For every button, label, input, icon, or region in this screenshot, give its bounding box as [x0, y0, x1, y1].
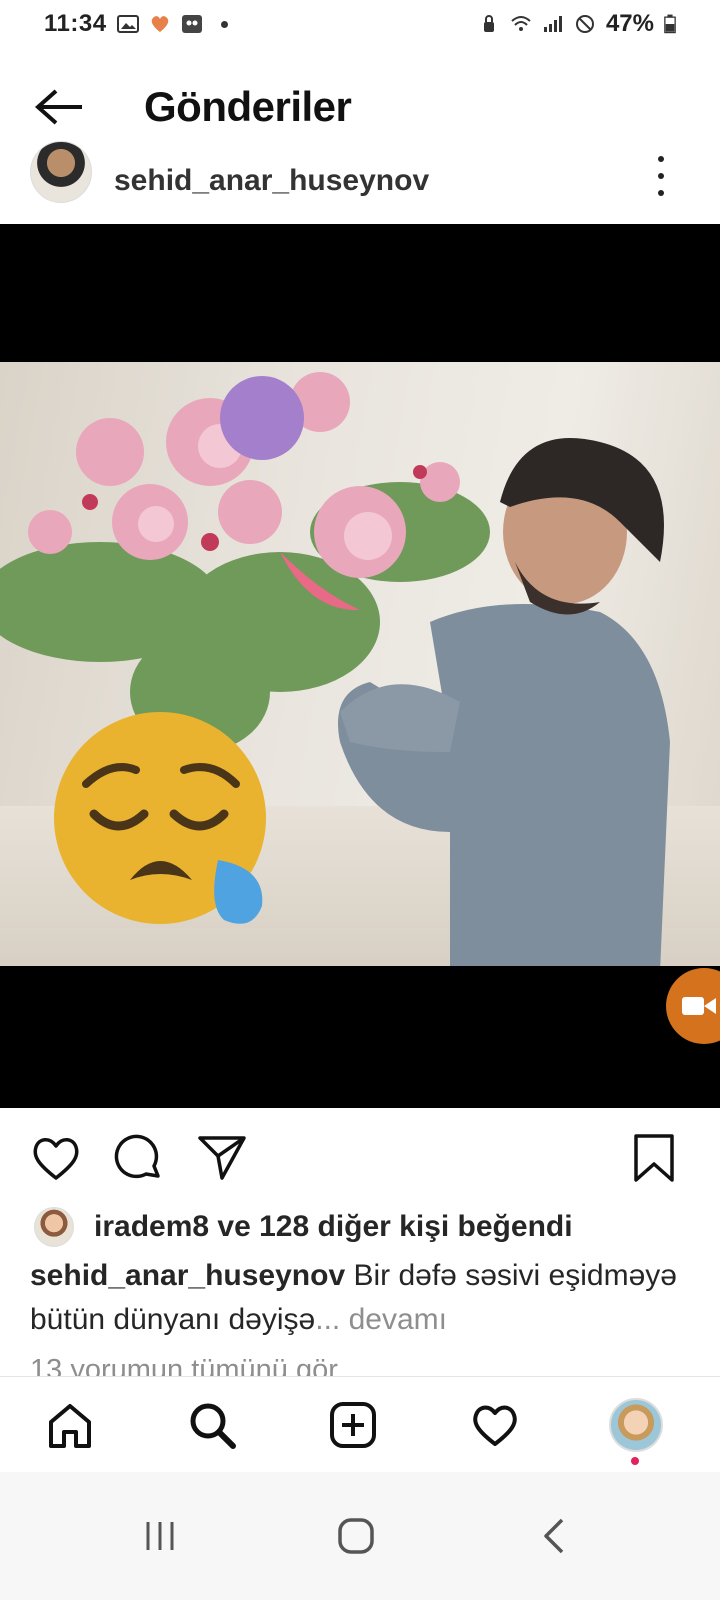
recents-icon [146, 1522, 174, 1550]
arrow-left-icon [34, 89, 82, 125]
bookmark-icon[interactable] [628, 1132, 680, 1184]
home-circle-icon [338, 1518, 374, 1554]
more-dot-icon [658, 156, 664, 162]
recents-button[interactable] [132, 1508, 188, 1564]
liker-avatar [34, 1207, 74, 1247]
heart-icon[interactable] [30, 1132, 82, 1184]
dnd-icon [575, 15, 594, 33]
more-dot-icon [658, 173, 664, 179]
home-nav-button[interactable] [328, 1508, 384, 1564]
tab-search[interactable] [184, 1397, 240, 1453]
page-title: Gönderiler [144, 83, 352, 130]
author-avatar[interactable] [30, 141, 92, 203]
caption-username[interactable]: sehid_anar_huseynov [30, 1259, 345, 1292]
person-image [338, 438, 670, 966]
sad-emoji-sticker [54, 712, 266, 924]
more-dot-icon [658, 190, 664, 196]
author-username[interactable]: sehid_anar_huseynov [114, 164, 429, 198]
battery-icon [664, 14, 676, 34]
view-all-comments-link[interactable]: 13 yorumun tümünü gör [30, 1348, 338, 1376]
page-header: Gönderiler [0, 62, 720, 152]
signal-icon [543, 16, 562, 32]
profile-avatar [609, 1398, 663, 1452]
add-post-icon [330, 1402, 376, 1448]
tab-add-post[interactable] [325, 1397, 381, 1453]
post-media[interactable] [0, 224, 720, 1108]
status-time: 11:34 [44, 10, 107, 37]
back-button[interactable] [26, 73, 94, 141]
video-badge[interactable] [666, 968, 720, 1044]
post-actions [0, 1108, 720, 1204]
status-left: 11:34 [44, 10, 228, 38]
battery-percent: 47% [605, 10, 654, 37]
lock-icon [483, 15, 494, 32]
tab-profile[interactable] [608, 1397, 664, 1453]
more-options-button[interactable] [646, 156, 676, 196]
activity-heart-icon [473, 1405, 517, 1446]
dot-icon [220, 20, 228, 28]
comment-icon[interactable] [112, 1132, 164, 1184]
send-icon[interactable] [196, 1132, 248, 1184]
video-frame [0, 362, 720, 966]
status-bar: 11:34 47% [0, 0, 720, 48]
likes-row[interactable]: iradem8 ve 128 diğer kişi beğendi [34, 1204, 573, 1250]
search-icon [190, 1403, 236, 1449]
home-icon [49, 1404, 91, 1448]
bottom-tab-bar [0, 1376, 720, 1473]
post-caption: sehid_anar_huseynov Bir dəfə səsivi eşid… [30, 1254, 690, 1342]
image-icon [116, 15, 139, 33]
health-icon [151, 16, 168, 32]
tab-activity[interactable] [467, 1397, 523, 1453]
post-header: sehid_anar_huseynov [0, 141, 720, 225]
back-nav-button[interactable] [526, 1508, 582, 1564]
system-nav-bar [0, 1472, 720, 1600]
likes-text[interactable]: iradem8 ve 128 diğer kişi beğendi [94, 1210, 573, 1244]
status-right: 47% [478, 10, 676, 38]
tab-home[interactable] [42, 1397, 98, 1453]
back-chevron-icon [544, 1518, 564, 1554]
wifi-icon [511, 16, 531, 31]
app-icon [181, 15, 202, 33]
video-camera-icon [682, 997, 716, 1015]
notification-dot [631, 1457, 639, 1465]
caption-more-link[interactable]: ... devamı [315, 1303, 447, 1336]
